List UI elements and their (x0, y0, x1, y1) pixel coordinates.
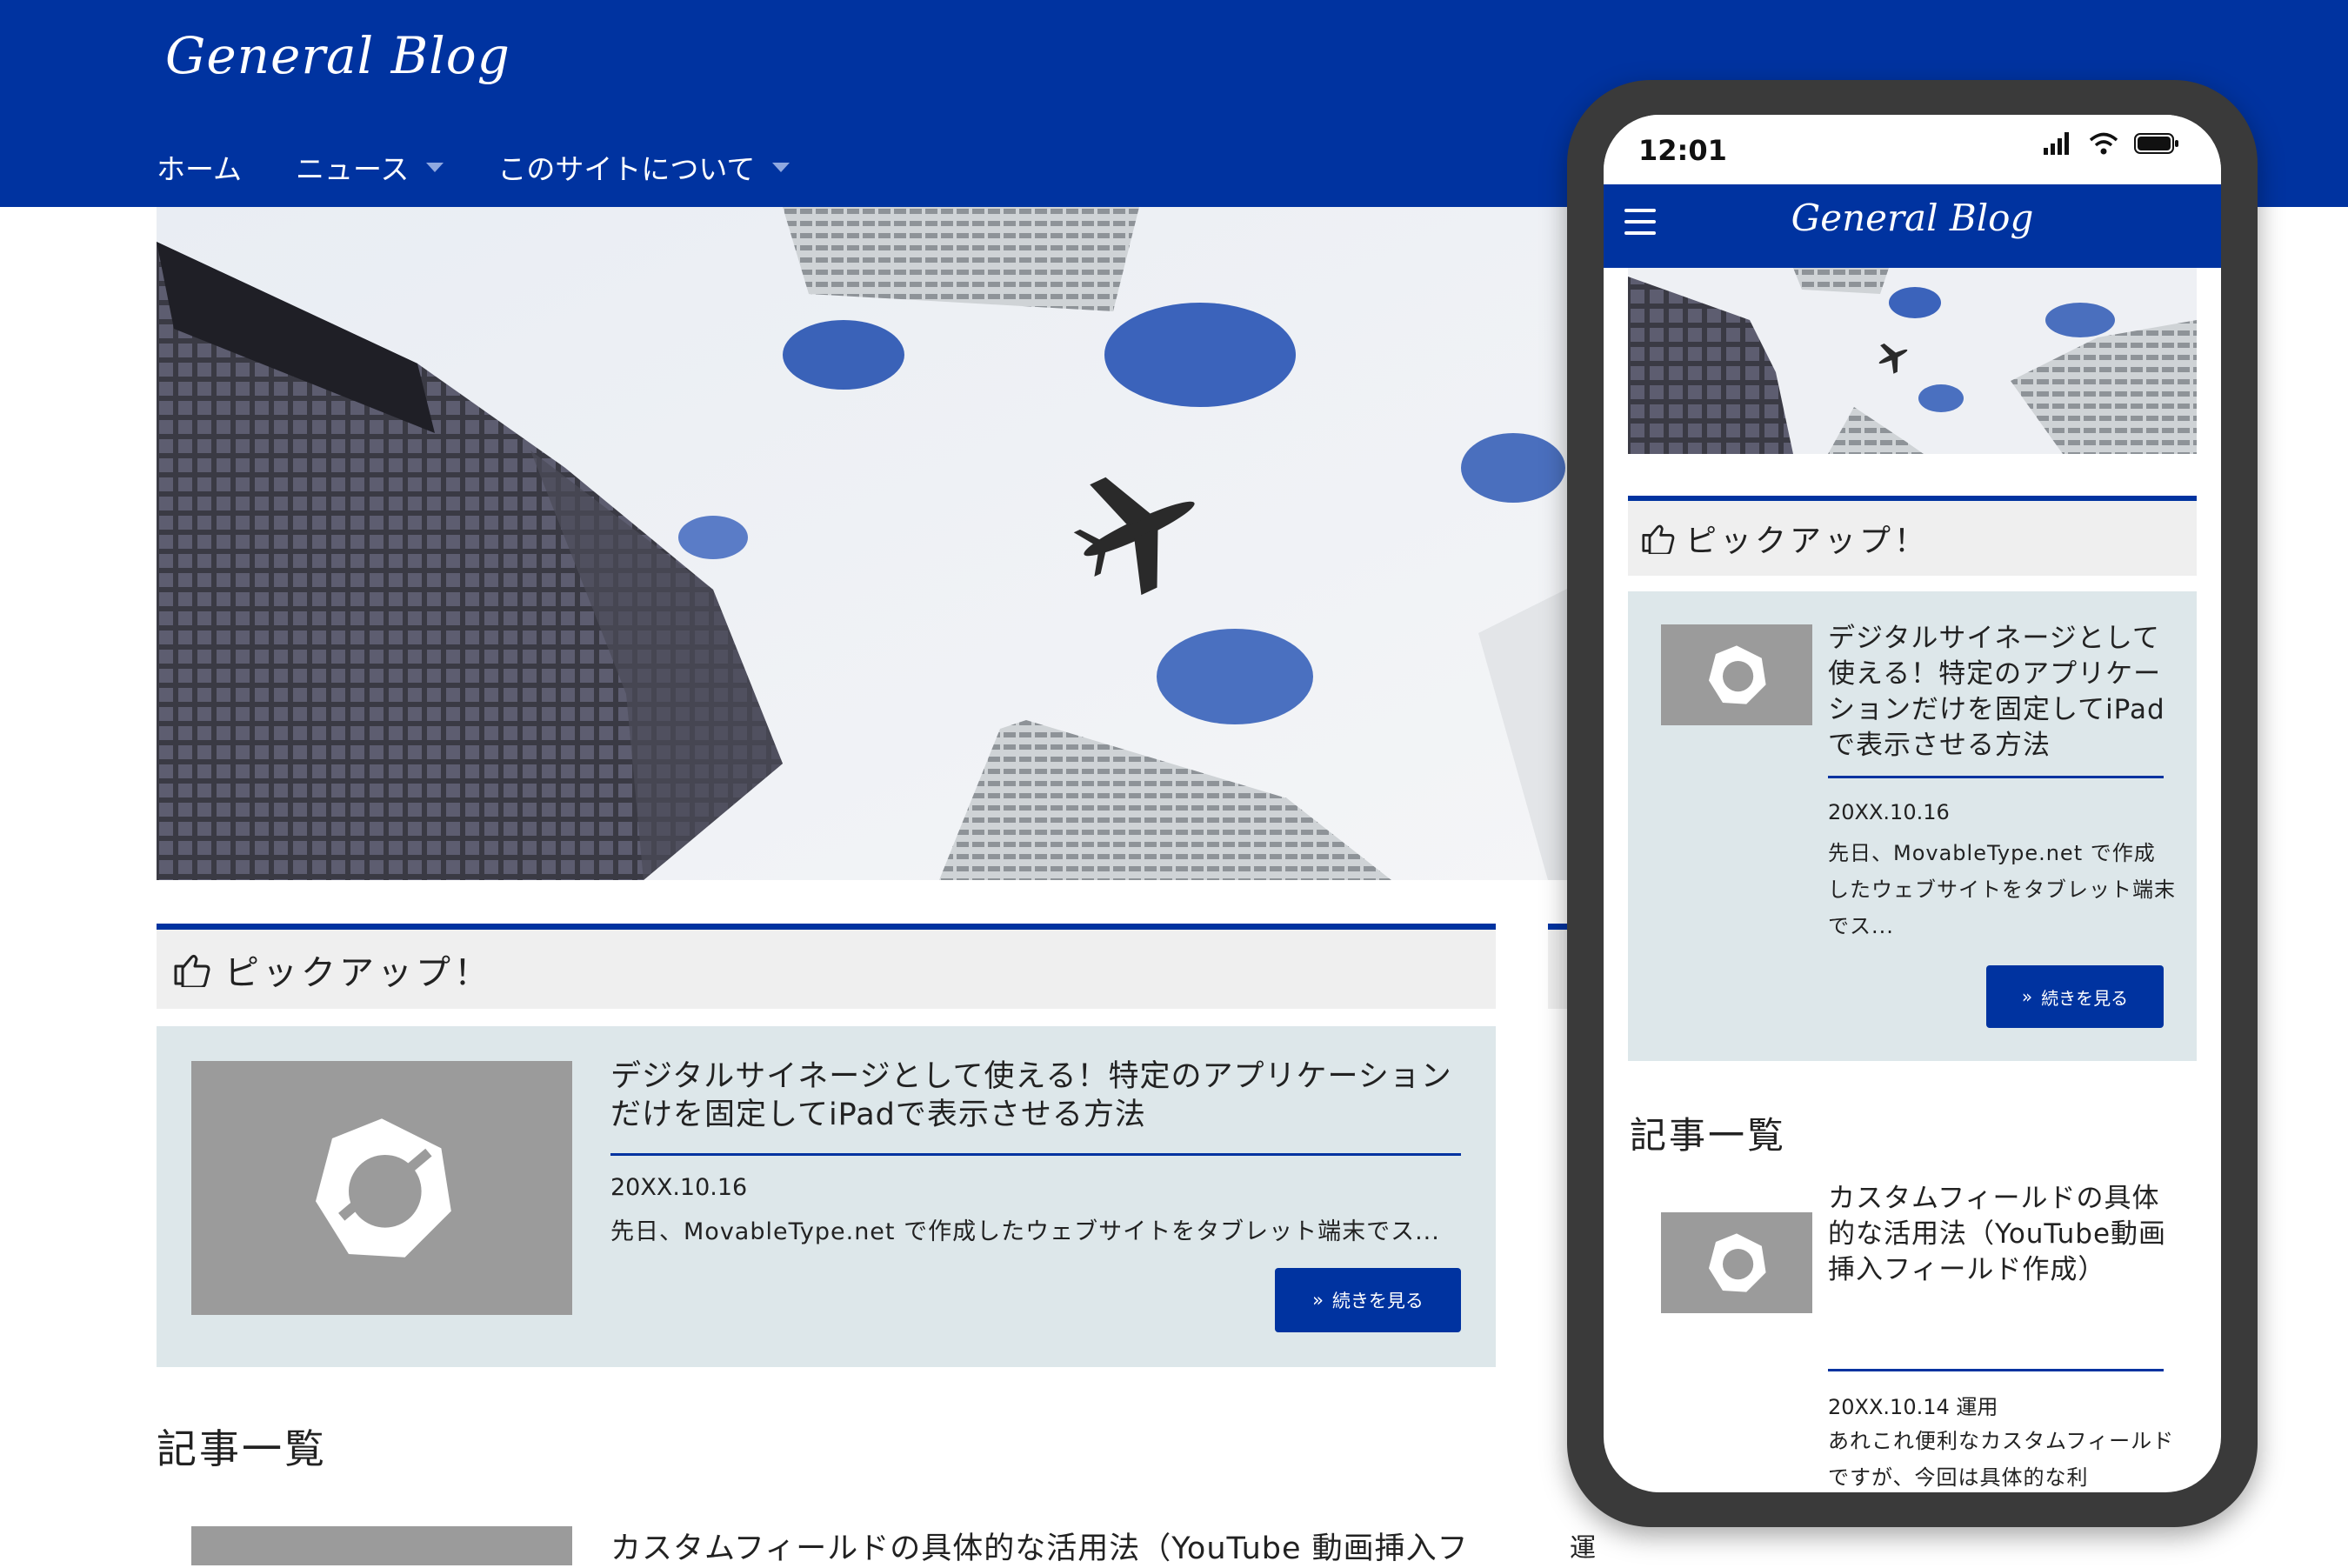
article-date: 20XX.10.14 運用 (1828, 1395, 1998, 1419)
hero-skyline-photo (1628, 268, 2197, 454)
chevron-down-icon (772, 162, 790, 172)
article-thumbnail[interactable] (1661, 1212, 1812, 1313)
article-thumbnail[interactable] (191, 1526, 572, 1565)
wifi-icon (2089, 132, 2118, 155)
title-divider (1828, 776, 2164, 778)
read-more-label: 続きを見る (2041, 987, 2129, 1009)
read-more-label: 続きを見る (1331, 1291, 1424, 1311)
double-chevron-right-icon: » (2021, 986, 2033, 1007)
signal-icon (2044, 132, 2069, 155)
nav-item-label: ニュース (296, 152, 410, 186)
chevron-down-icon (426, 162, 444, 172)
movable-type-logo-icon (1709, 645, 1766, 704)
mobile-header: General Blog (1604, 184, 2221, 268)
phone-mockup: 12:01 General Blog ピックアップ！ デジタルサイネージとして使… (1567, 80, 2258, 1527)
site-logo[interactable]: General Blog (1604, 197, 2221, 239)
article-title[interactable]: カスタムフィールドの具体的な活用法（YouTube 動画挿入フ (610, 1524, 1469, 1568)
site-logo[interactable]: General Blog (165, 26, 510, 85)
read-more-button[interactable]: » 続きを見る (1275, 1268, 1461, 1332)
article-date: 20XX.10.16 (610, 1174, 748, 1201)
article-excerpt: 先日、MovableType.net で作成したウェブサイトをタブレット端末でス… (610, 1218, 1440, 1245)
pickup-title: ピックアップ！ (224, 952, 492, 993)
movable-type-logo-icon (1709, 1233, 1766, 1292)
pickup-card[interactable]: デジタルサイネージとして使える！特定のアプリケーションだけを固定してiPadで表… (157, 1026, 1496, 1367)
article-list-heading: 記事一覧 (1630, 1114, 1787, 1157)
status-bar: 12:01 (1604, 115, 2221, 184)
double-chevron-right-icon: » (1312, 1290, 1324, 1311)
thumbs-up-pointing-icon (1642, 524, 1675, 554)
thumbs-up-pointing-icon (174, 954, 210, 987)
article-title[interactable]: デジタルサイネージとして使える！特定のアプリケーションだけを固定してiPadで表… (1828, 621, 2176, 764)
nav-item-home[interactable]: ホーム (157, 146, 242, 188)
status-icons (2044, 132, 2179, 155)
pickup-title: ピックアップ！ (1685, 524, 1930, 559)
read-more-button[interactable]: » 続きを見る (1986, 965, 2164, 1028)
article-excerpt: あれこれ便利なカスタムフィールドですが、今回は具体的な利 (1828, 1429, 2175, 1490)
nav-item-news[interactable]: ニュース (296, 146, 444, 188)
article-title[interactable]: デジタルサイネージとして使える！特定のアプリケーションだけを固定してiPadで表… (610, 1058, 1471, 1134)
article-excerpt: 先日、MovableType.net で作成したウェブサイトをタブレット端末でス… (1828, 841, 2176, 938)
title-divider (610, 1153, 1461, 1156)
title-divider (1828, 1369, 2164, 1371)
movable-type-logo-icon (316, 1118, 451, 1258)
pickup-heading: ピックアップ！ (1628, 496, 2197, 576)
nav-item-label: このサイトについて (497, 152, 756, 186)
main-nav: ホーム ニュース このサイトについて (157, 146, 790, 188)
hero-skyline-photo (157, 207, 1583, 880)
pickup-card[interactable]: デジタルサイネージとして使える！特定のアプリケーションだけを固定してiPadで表… (1628, 591, 2197, 1061)
nav-item-label: ホーム (157, 152, 243, 186)
article-date: 20XX.10.16 (1828, 800, 1950, 824)
pickup-heading: ピックアップ！ (157, 924, 1496, 1009)
nav-item-about[interactable]: このサイトについて (497, 146, 790, 188)
hero-image (1628, 268, 2197, 454)
article-thumbnail[interactable] (191, 1061, 572, 1315)
battery-icon (2134, 133, 2178, 154)
article-list-heading: 記事一覧 (157, 1425, 327, 1472)
status-time: 12:01 (1638, 134, 1727, 167)
phone-screen: 12:01 General Blog ピックアップ！ デジタルサイネージとして使… (1604, 115, 2221, 1492)
category-label-partial: 運 (1570, 1533, 1596, 1564)
article-title[interactable]: カスタムフィールドの具体的な活用法（YouTube動画挿入フィールド作成） (1828, 1181, 2176, 1288)
article-thumbnail[interactable] (1661, 624, 1812, 725)
hero-image (157, 207, 1583, 880)
